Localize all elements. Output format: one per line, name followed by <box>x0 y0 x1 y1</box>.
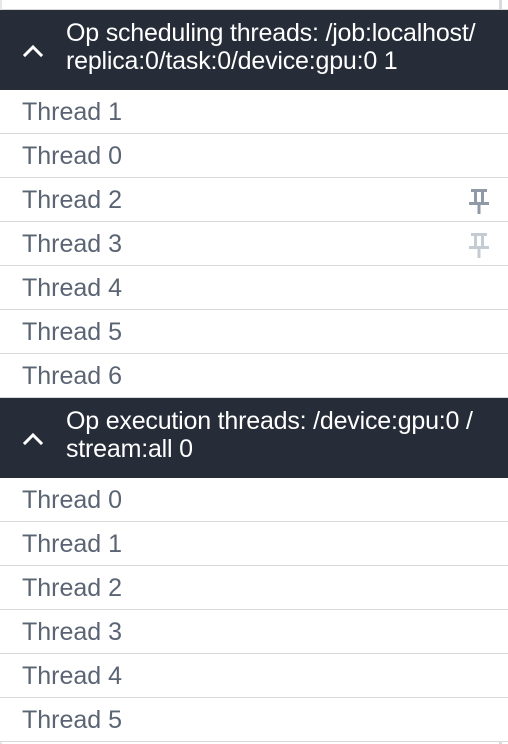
thread-list-panel: Op scheduling threads: /job:localhost/re… <box>0 0 508 744</box>
previous-row-tail <box>0 0 508 10</box>
thread-row[interactable]: Thread 4 <box>0 654 508 698</box>
chevron-up-icon[interactable] <box>22 428 44 450</box>
thread-label: Thread 6 <box>22 362 123 390</box>
thread-row[interactable]: Thread 1 <box>0 90 508 134</box>
thread-row[interactable]: Thread 3 <box>0 610 508 654</box>
group-title: Op execution threads: /device:gpu:0 /str… <box>66 407 473 463</box>
thread-label: Thread 5 <box>22 318 123 346</box>
thread-row[interactable]: Thread 5 <box>0 310 508 354</box>
pin-icon[interactable] <box>466 187 492 215</box>
thread-label: Thread 3 <box>22 230 123 258</box>
thread-label: Thread 2 <box>22 574 123 602</box>
thread-label: Thread 1 <box>22 98 123 126</box>
thread-row[interactable]: Thread 6 <box>0 354 508 398</box>
thread-row[interactable]: Thread 5 <box>0 698 508 742</box>
thread-label: Thread 0 <box>22 486 123 514</box>
thread-label: Thread 5 <box>22 706 123 734</box>
thread-row[interactable]: Thread 3 <box>0 222 508 266</box>
thread-label: Thread 0 <box>22 142 123 170</box>
thread-row[interactable]: Thread 0 <box>0 478 508 522</box>
group-header-execution[interactable]: Op execution threads: /device:gpu:0 /str… <box>0 398 508 478</box>
thread-label: Thread 4 <box>22 274 123 302</box>
group-header-scheduling[interactable]: Op scheduling threads: /job:localhost/re… <box>0 10 508 90</box>
group-title: Op scheduling threads: /job:localhost/re… <box>66 19 476 75</box>
thread-row[interactable]: Thread 2 <box>0 566 508 610</box>
thread-label: Thread 4 <box>22 662 123 690</box>
thread-row[interactable]: Thread 1 <box>0 522 508 566</box>
thread-label: Thread 1 <box>22 530 123 558</box>
pin-icon[interactable] <box>466 231 492 259</box>
thread-row[interactable]: Thread 2 <box>0 178 508 222</box>
thread-label: Thread 2 <box>22 186 123 214</box>
thread-row[interactable]: Thread 4 <box>0 266 508 310</box>
thread-label: Thread 3 <box>22 618 123 646</box>
chevron-up-icon[interactable] <box>22 40 44 62</box>
thread-row[interactable]: Thread 0 <box>0 134 508 178</box>
